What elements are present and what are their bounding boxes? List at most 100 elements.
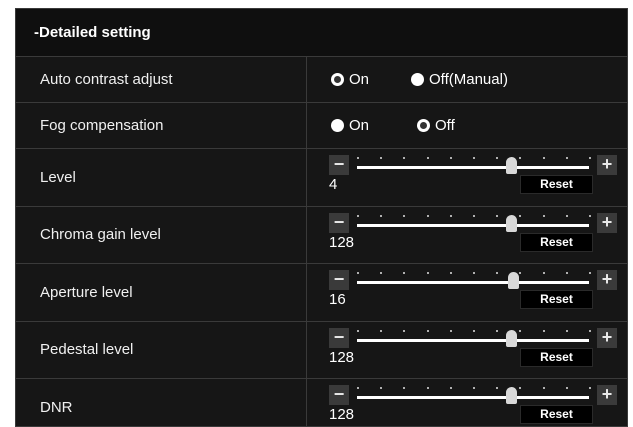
- slider-tick: [496, 387, 499, 389]
- slider-tick: [519, 272, 522, 274]
- slider-ticks: [357, 272, 591, 276]
- minus-icon[interactable]: −: [329, 327, 349, 348]
- slider-tick: [519, 387, 522, 389]
- slider-tick: [542, 387, 545, 389]
- radio-checked-icon: [331, 73, 344, 86]
- dnr-reset-button[interactable]: Reset: [520, 405, 593, 424]
- chroma-gain-level-row: Chroma gain level − +128 Reset: [16, 206, 627, 264]
- slider-tick: [473, 272, 475, 274]
- slider-thumb[interactable]: [505, 214, 517, 232]
- plus-icon[interactable]: +: [597, 155, 617, 175]
- slider-tick: [449, 272, 452, 274]
- slider-tick: [426, 272, 429, 274]
- fog-on-radio[interactable]: On: [331, 117, 369, 134]
- minus-icon[interactable]: −: [329, 270, 349, 290]
- slider-tick: [357, 157, 359, 159]
- dnr-slider: − +128 Reset: [307, 379, 627, 426]
- level-reset-button[interactable]: Reset: [520, 175, 593, 194]
- slider-tick: [380, 387, 383, 389]
- plus-icon[interactable]: +: [597, 327, 617, 348]
- aperture-level-row: Aperture level − +16 Reset: [16, 264, 627, 322]
- slider-ticks: [357, 329, 591, 334]
- auto-contrast-off-radio[interactable]: Off(Manual): [411, 71, 508, 88]
- slider-tick: [589, 214, 591, 217]
- minus-icon[interactable]: −: [329, 212, 349, 233]
- fog-off-radio[interactable]: Off: [417, 117, 455, 134]
- slider-track[interactable]: [357, 338, 589, 342]
- slider-thumb[interactable]: [505, 387, 517, 404]
- slider-tick: [426, 329, 429, 332]
- slider-tick: [519, 329, 522, 332]
- slider-tick: [565, 157, 568, 159]
- aperture-level-reset-button[interactable]: Reset: [520, 290, 593, 309]
- slider-thumb[interactable]: [508, 272, 520, 289]
- slider-tick: [589, 157, 591, 159]
- slider-tick: [380, 214, 383, 217]
- slider-tick: [496, 329, 499, 332]
- auto-contrast-on-radio[interactable]: On: [331, 71, 369, 88]
- slider-tick: [403, 157, 406, 159]
- slider-tick: [449, 214, 452, 217]
- slider-tick: [426, 214, 429, 217]
- slider-tick: [403, 329, 406, 332]
- level-slider: − +4 Reset: [307, 149, 627, 206]
- slider-tick: [542, 214, 545, 217]
- slider-tick: [449, 387, 452, 389]
- section-title: -Detailed setting: [16, 9, 627, 57]
- slider-tick: [589, 329, 591, 332]
- level-row: Level − +4 Reset: [16, 149, 627, 207]
- level-label: Level: [16, 149, 307, 206]
- dnr-label: DNR: [16, 379, 307, 426]
- chroma-gain-level-reset-button[interactable]: Reset: [520, 232, 593, 252]
- dnr-value: 128: [329, 406, 355, 423]
- plus-icon[interactable]: +: [597, 212, 617, 233]
- slider-tick: [473, 329, 475, 332]
- slider-tick: [589, 387, 591, 389]
- slider-ticks: [357, 387, 591, 391]
- slider-track[interactable]: [357, 281, 589, 284]
- detailed-setting-panel: -Detailed setting Auto contrast adjust O…: [15, 8, 628, 427]
- slider-tick: [426, 387, 429, 389]
- radio-unchecked-icon: [331, 119, 344, 132]
- slider-tick: [542, 329, 545, 332]
- slider-tick: [519, 157, 522, 159]
- aperture-level-value: 16: [329, 291, 346, 308]
- slider-ticks: [357, 214, 591, 219]
- slider-tick: [403, 387, 406, 389]
- slider-tick: [357, 329, 359, 332]
- chroma-gain-level-label: Chroma gain level: [16, 206, 307, 263]
- minus-icon[interactable]: −: [329, 155, 349, 175]
- dnr-row: DNR − +128 Reset: [16, 379, 627, 426]
- slider-thumb[interactable]: [505, 157, 517, 174]
- chroma-gain-level-slider: − +128 Reset: [307, 207, 627, 264]
- pedestal-level-label: Pedestal level: [16, 321, 307, 378]
- plus-icon[interactable]: +: [597, 270, 617, 290]
- auto-contrast-row: Auto contrast adjust On Off(Manual): [16, 57, 627, 103]
- slider-track[interactable]: [357, 166, 589, 169]
- slider-tick: [565, 214, 568, 217]
- slider-tick: [565, 387, 568, 389]
- slider-tick: [496, 157, 499, 159]
- slider-tick: [565, 329, 568, 332]
- slider-track[interactable]: [357, 396, 589, 399]
- slider-tick: [542, 157, 545, 159]
- slider-tick: [449, 329, 452, 332]
- slider-tick: [473, 387, 475, 389]
- plus-icon[interactable]: +: [597, 385, 617, 405]
- slider-tick: [496, 272, 499, 274]
- auto-contrast-radio-group: On Off(Manual): [307, 57, 627, 102]
- pedestal-level-row: Pedestal level − +128 Reset: [16, 321, 627, 379]
- slider-thumb[interactable]: [505, 329, 517, 347]
- slider-tick: [357, 272, 359, 274]
- slider-tick: [519, 214, 522, 217]
- slider-track[interactable]: [357, 223, 589, 227]
- slider-tick: [403, 272, 406, 274]
- slider-tick: [496, 214, 499, 217]
- pedestal-level-reset-button[interactable]: Reset: [520, 347, 593, 367]
- slider-tick: [357, 214, 359, 217]
- slider-tick: [542, 272, 545, 274]
- slider-tick: [473, 214, 475, 217]
- level-value: 4: [329, 176, 338, 193]
- pedestal-level-slider: − +128 Reset: [307, 322, 627, 379]
- minus-icon[interactable]: −: [329, 385, 349, 405]
